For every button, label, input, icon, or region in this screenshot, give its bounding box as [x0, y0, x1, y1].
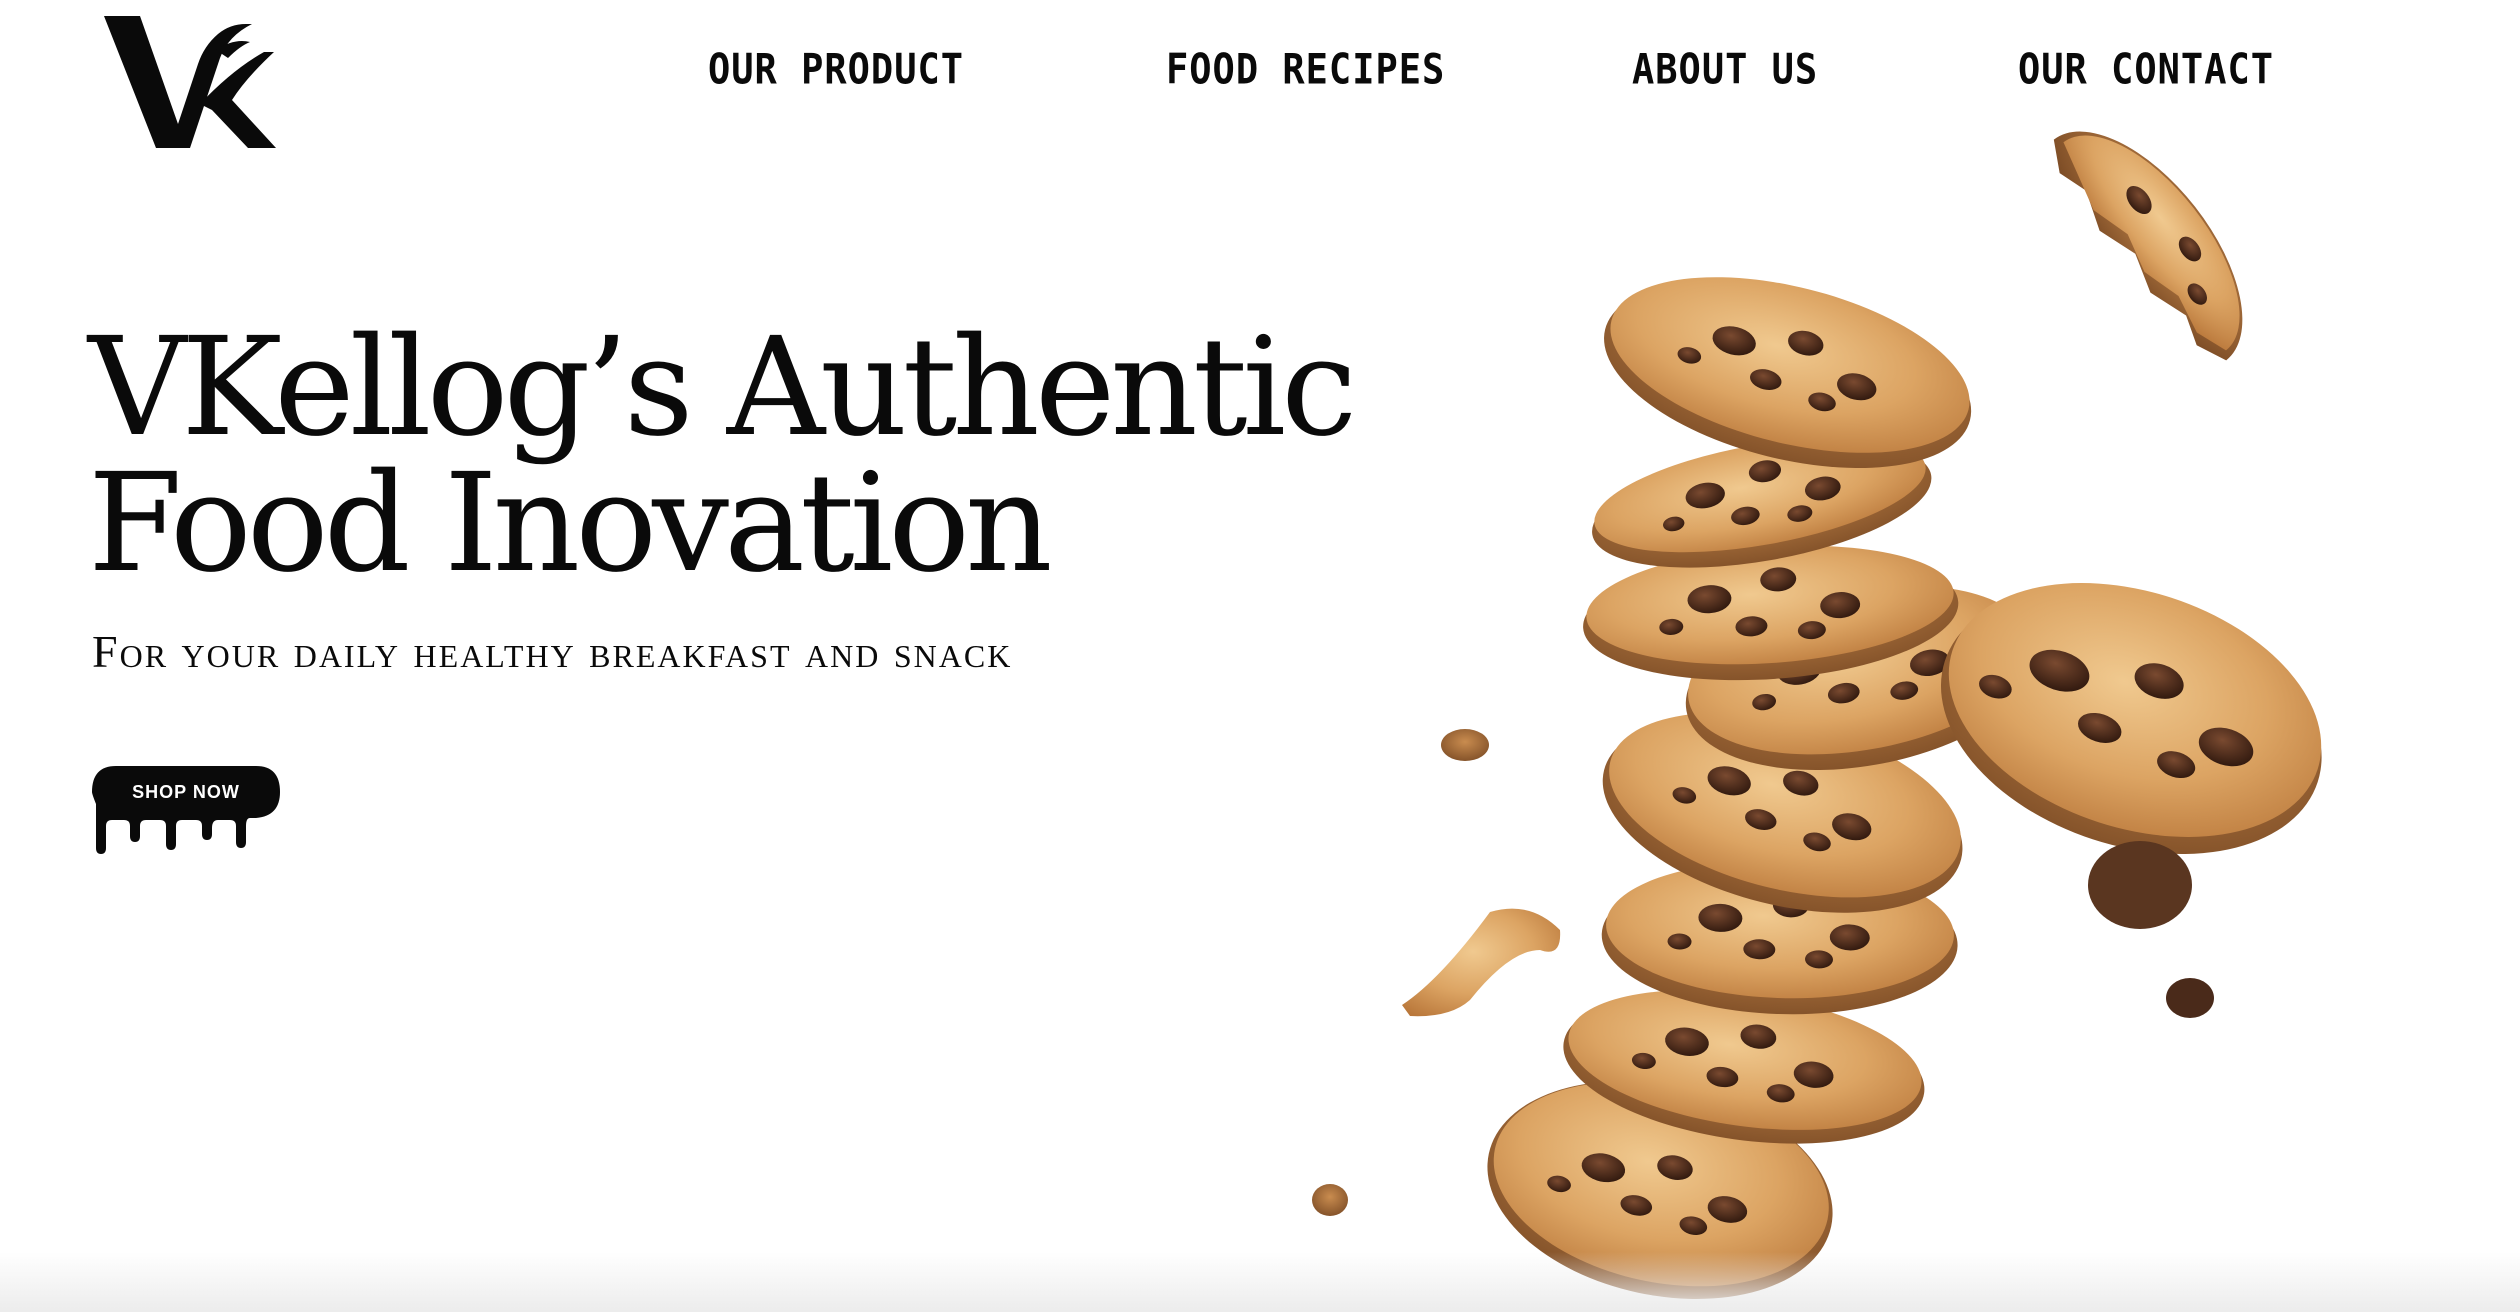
- hero-title-line-2: Food Inovation: [88, 445, 1053, 603]
- hero-title: VKellog’s Authentic Food Inovation: [88, 320, 1388, 592]
- bottom-shade: [0, 1252, 2520, 1312]
- cookie-piece-icon: [2053, 131, 2243, 361]
- nav-item-food-recipes[interactable]: FOOD RECIPES: [1166, 36, 1445, 103]
- nav-item-about-us[interactable]: ABOUT US: [1632, 36, 1818, 103]
- cookie-stack-illustration: [1312, 131, 2322, 1299]
- shop-now-label: SHOP NOW: [132, 782, 240, 802]
- hero-title-line-1: VKellog’s Authentic: [88, 309, 1357, 467]
- nav-item-our-contact[interactable]: OUR CONTACT: [2018, 36, 2274, 103]
- nav-item-our-product[interactable]: OUR PRODUCT: [708, 36, 964, 103]
- chocolate-drip-icon: [92, 766, 280, 854]
- shop-now-button[interactable]: SHOP NOW: [90, 764, 282, 860]
- main-nav: OUR PRODUCT FOOD RECIPES ABOUT US OUR CO…: [0, 40, 2520, 100]
- hero-subtitle: For your daily healthy breakfast and sna…: [92, 626, 1013, 677]
- landing-page: OUR PRODUCT FOOD RECIPES ABOUT US OUR CO…: [0, 0, 2520, 1312]
